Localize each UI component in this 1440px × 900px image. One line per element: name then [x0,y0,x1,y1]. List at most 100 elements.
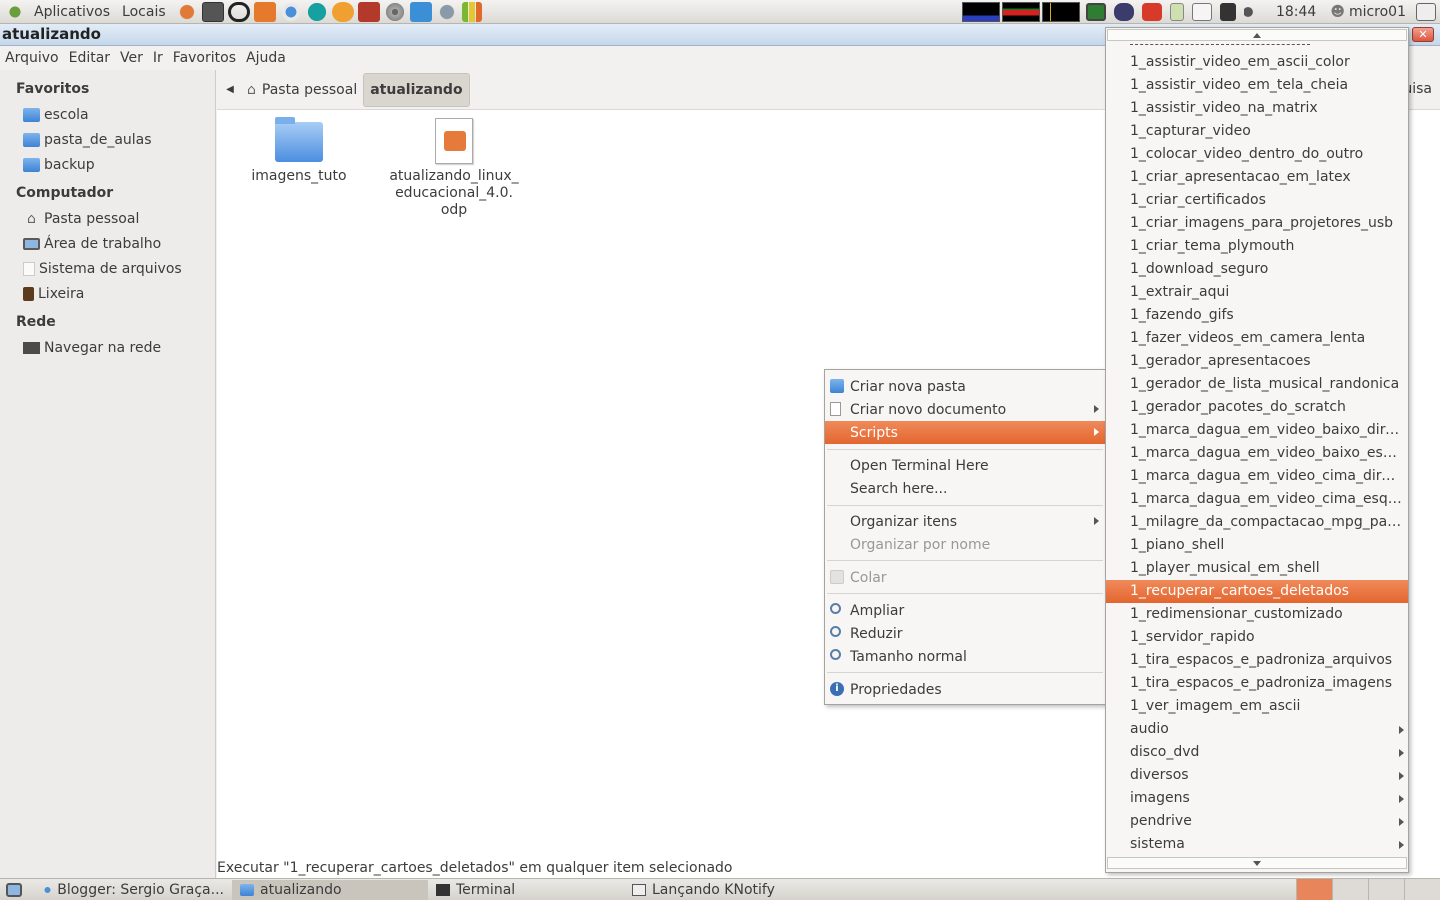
file-item-atualizando-odp[interactable]: atualizando_linux_ educacional_4.0. odp [384,118,524,219]
sidebar-item-sistema-de-arquivos[interactable]: Sistema de arquivos [0,256,215,281]
script-item[interactable]: 1_marca_dagua_em_video_baixo_esq... [1106,442,1408,465]
launcher-glasses-icon[interactable] [227,1,250,22]
task-knotify[interactable]: Lançando KNotify [624,880,820,900]
disc-icon[interactable] [383,1,406,22]
script-item[interactable]: diversos [1106,764,1408,787]
script-item[interactable]: 1_assistir_video_em_tela_cheia [1106,74,1408,97]
chromium-icon[interactable] [279,1,302,22]
script-item[interactable]: 1_ver_imagem_em_ascii [1106,695,1408,718]
script-item[interactable]: 1_marca_dagua_em_video_cima_esqu... [1106,488,1408,511]
script-item[interactable]: 1_fazendo_gifs [1106,304,1408,327]
task-atualizando[interactable]: atualizando [232,879,428,900]
arduino-icon[interactable] [305,1,328,22]
menu-item-organizar-itens[interactable]: Organizar itens [825,510,1105,533]
workspace-3[interactable] [1368,879,1404,900]
menu-item-search-here[interactable]: Search here... [825,477,1105,500]
places-menu[interactable]: Locais [116,4,172,20]
script-item[interactable]: sistema [1106,833,1408,856]
script-item[interactable]: 1_criar_certificados [1106,189,1408,212]
scroll-down-button[interactable] [1107,857,1407,869]
script-item[interactable]: 1_colocar_video_dentro_do_outro [1106,143,1408,166]
gamepad-icon[interactable] [1113,3,1134,21]
menu-ver[interactable]: Ver [115,50,148,66]
workspace-4[interactable] [1404,879,1440,900]
script-item[interactable]: imagens [1106,787,1408,810]
script-item[interactable]: 1_download_seguro [1106,258,1408,281]
gnome-foot-icon[interactable] [6,1,24,22]
script-item[interactable]: 1_recuperar_cartoes_deletados [1106,580,1408,603]
script-item[interactable]: 1_tira_espacos_e_padroniza_imagens [1106,672,1408,695]
script-item[interactable]: 1_tira_espacos_e_padroniza_arquivos [1106,649,1408,672]
scratch-cat-icon[interactable] [331,1,354,22]
script-item[interactable]: 1_marca_dagua_em_video_baixo_direita [1106,419,1408,442]
path-scroll-left-icon[interactable]: ◀ [219,84,241,95]
menu-editar[interactable]: Editar [64,50,115,66]
script-item[interactable]: 1_redimensionar_customizado [1106,603,1408,626]
script-item[interactable]: 1_piano_shell [1106,534,1408,557]
script-item[interactable]: disco_dvd [1106,741,1408,764]
menu-ajuda[interactable]: Ajuda [241,50,291,66]
clock[interactable]: 18:44 [1268,4,1324,20]
menu-favoritos[interactable]: Favoritos [168,50,241,66]
close-icon[interactable]: ✕ [1412,27,1434,42]
signal-bars-icon[interactable] [461,1,482,22]
sidebar-item-lixeira[interactable]: Lixeira [0,281,215,306]
workspace-2[interactable] [1332,879,1368,900]
cpu-monitor[interactable] [961,2,1000,22]
mail-icon[interactable] [1191,3,1212,21]
sidebar-item-backup[interactable]: backup [0,152,215,177]
script-item[interactable]: audio [1106,718,1408,741]
menu-item-scripts[interactable]: Scripts [825,421,1105,444]
script-item[interactable]: 1_extrair_aqui [1106,281,1408,304]
task-terminal[interactable]: Terminal [428,880,624,900]
script-item[interactable]: 1_criar_imagens_para_projetores_usb [1106,212,1408,235]
menu-item-reduzir[interactable]: Reduzir [825,622,1105,645]
launcher-fox-icon[interactable] [253,1,276,22]
scroll-up-button[interactable] [1107,29,1407,41]
script-item[interactable]: 1_assistir_video_na_matrix [1106,97,1408,120]
sidebar-item-navegar-na-rede[interactable]: Navegar na rede [0,335,215,360]
sidebar-item-pasta-pessoal[interactable]: ⌂ Pasta pessoal [0,206,215,231]
power-icon[interactable] [1141,3,1162,21]
script-item[interactable]: 1_marca_dagua_em_video_cima_direita [1106,465,1408,488]
memory-monitor[interactable] [1001,2,1040,22]
launcher-image-icon[interactable] [201,1,224,22]
menu-item-ampliar[interactable]: Ampliar [825,599,1105,622]
script-item[interactable]: 1_milagre_da_compactacao_mpg_par... [1106,511,1408,534]
workspace-1[interactable] [1296,879,1332,900]
sidebar-item-area-de-trabalho[interactable]: Área de trabalho [0,231,215,256]
menu-arquivo[interactable]: Arquivo [0,50,64,66]
crumb-atualizando[interactable]: atualizando [363,72,470,107]
script-item[interactable]: 1_gerador_apresentacoes [1106,350,1408,373]
window-manager-icon[interactable] [1169,3,1184,21]
task-blogger[interactable]: Blogger: Sergio Graça... [36,880,232,900]
file-item-imagens-tuto[interactable]: imagens_tuto [229,117,369,185]
script-item[interactable]: 1_criar_apresentacao_em_latex [1106,166,1408,189]
logout-icon[interactable] [1416,3,1436,21]
user-menu[interactable]: ☻ micro01 [1324,4,1412,20]
launcher-shell-icon[interactable] [175,1,198,22]
script-item[interactable]: 1_gerador_pacotes_do_scratch [1106,396,1408,419]
menu-item-tamanho-normal[interactable]: Tamanho normal [825,645,1105,668]
script-item[interactable]: 1_player_musical_em_shell [1106,557,1408,580]
display-icon[interactable] [1085,3,1106,21]
sidebar-item-pasta-de-aulas[interactable]: pasta_de_aulas [0,127,215,152]
menu-ir[interactable]: Ir [148,50,168,66]
applications-menu[interactable]: Aplicativos [28,4,116,20]
settings-icon[interactable] [435,1,458,22]
network-monitor[interactable] [1041,2,1080,22]
volume-icon[interactable] [1243,3,1264,21]
script-item[interactable]: pendrive [1106,810,1408,833]
script-item[interactable]: 1_capturar_video [1106,120,1408,143]
presentation-icon[interactable] [357,1,380,22]
menu-item-open-terminal-here[interactable]: Open Terminal Here [825,454,1105,477]
script-item[interactable]: 1_gerador_de_lista_musical_randonica [1106,373,1408,396]
sidebar-item-escola[interactable]: escola [0,102,215,127]
crumb-pasta-pessoal[interactable]: ⌂ Pasta pessoal [241,73,363,107]
install-icon[interactable] [409,1,432,22]
show-desktop-icon[interactable] [6,882,22,897]
network-icon[interactable] [1219,3,1236,21]
script-item[interactable]: 1_fazer_videos_em_camera_lenta [1106,327,1408,350]
script-item[interactable]: 1_assistir_video_em_ascii_color [1106,51,1408,74]
script-item[interactable]: 1_servidor_rapido [1106,626,1408,649]
